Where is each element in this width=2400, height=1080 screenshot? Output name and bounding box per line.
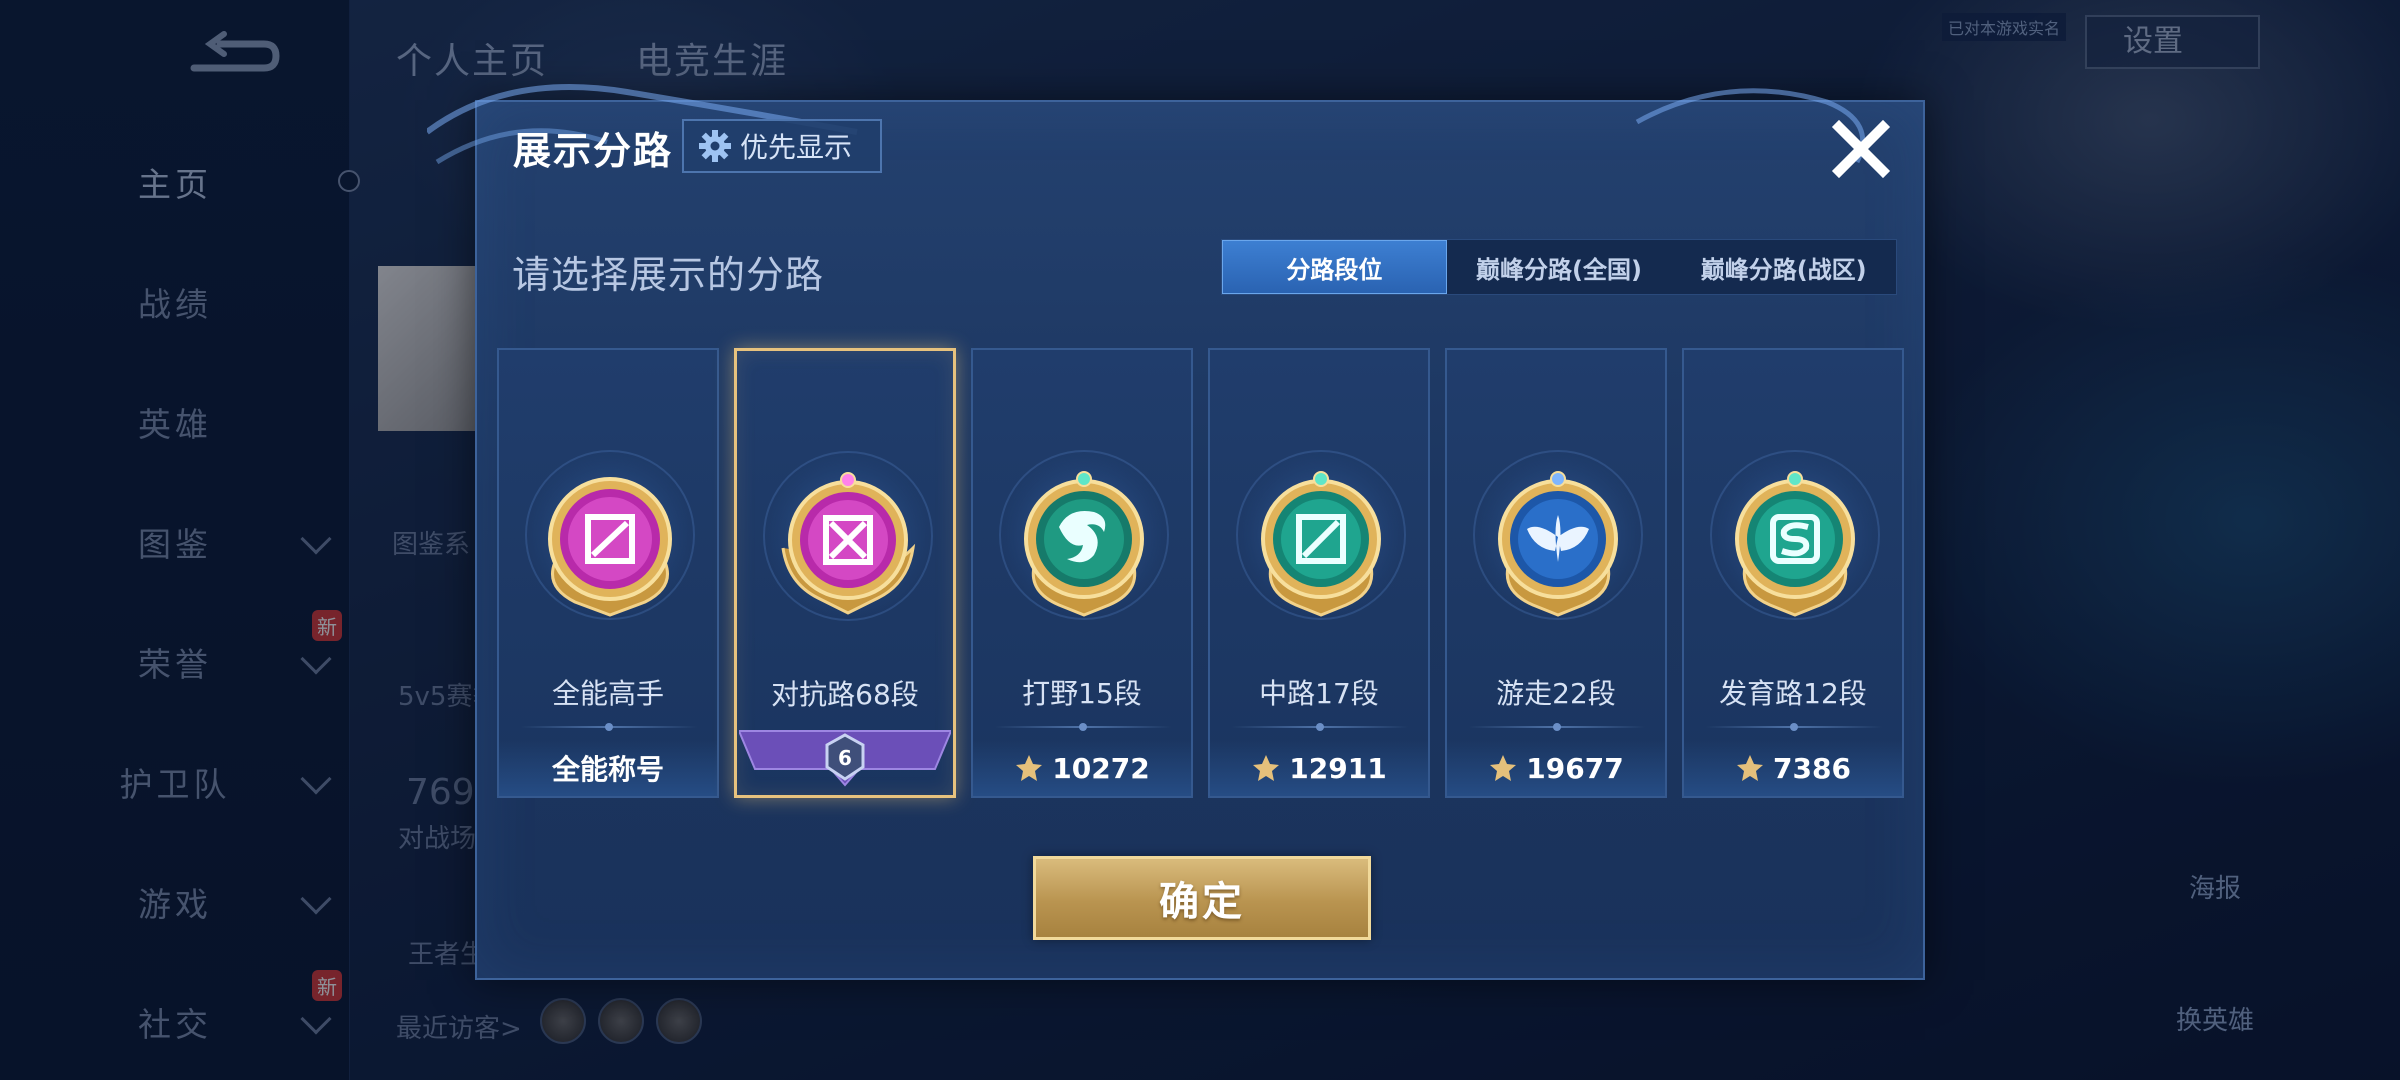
rank-points-icon — [1737, 755, 1764, 781]
divider — [1706, 723, 1882, 731]
roam-emblem-icon — [1498, 471, 1618, 617]
lane-tabs: 分路段位 巅峰分路(全国) 巅峰分路(战区) — [1221, 239, 1897, 295]
lane-stat: 12911 — [1210, 740, 1428, 796]
lane-rank-label: 游走22段 — [1496, 677, 1616, 710]
level-number: 6 — [838, 746, 852, 770]
clash-lane-emblem-icon — [781, 472, 916, 615]
all-round-emblem-icon — [548, 477, 672, 617]
rank-points-icon — [1253, 755, 1280, 781]
lane-stat-value: 全能称号 — [551, 753, 664, 786]
mid-lane-emblem-icon — [1261, 471, 1381, 617]
gear-icon — [699, 130, 731, 162]
lane-card-farm[interactable]: 发育路12段 7386 — [1682, 348, 1904, 798]
confirm-button[interactable]: 确定 — [1033, 856, 1371, 940]
lane-card-all-round[interactable]: 全能高手 全能称号 — [497, 348, 719, 798]
lane-stat-value: 7386 — [1773, 751, 1851, 785]
lane-rank-label: 发育路12段 — [1719, 677, 1867, 710]
rank-points-icon — [1016, 755, 1043, 781]
level-banner: 6 — [739, 730, 951, 787]
confirm-button-label: 确定 — [1159, 879, 1245, 925]
lane-rank-label: 对抗路68段 — [771, 678, 919, 711]
lane-stat: 19677 — [1447, 740, 1665, 796]
lane-stat-value: 19677 — [1526, 751, 1624, 785]
tab-peak-region[interactable]: 巅峰分路(战区) — [1671, 240, 1896, 294]
lane-stat-value: 10272 — [1052, 751, 1150, 785]
divider — [1232, 723, 1408, 731]
farm-lane-emblem-icon — [1735, 471, 1855, 617]
tab-lane-rank[interactable]: 分路段位 — [1222, 240, 1447, 294]
lane-card-roam[interactable]: 游走22段 19677 — [1445, 348, 1667, 798]
priority-display-label: 优先显示 — [740, 131, 853, 164]
lane-stat: 全能称号 — [499, 740, 717, 796]
divider — [521, 723, 697, 731]
tab-peak-national[interactable]: 巅峰分路(全国) — [1447, 240, 1672, 294]
divider — [995, 723, 1171, 731]
lane-rank-label: 全能高手 — [551, 677, 664, 710]
lane-card-jungle[interactable]: 打野15段 10272 — [971, 348, 1193, 798]
dialog-title: 展示分路 — [513, 129, 674, 173]
priority-display-button[interactable]: 优先显示 — [682, 119, 882, 173]
jungle-emblem-icon — [1024, 471, 1144, 617]
lane-display-dialog: 展示分路 优先显示 请选择展示的分路 分路段位 巅峰分路(全国) 巅峰分路(战区… — [427, 84, 1925, 980]
lane-rank-label: 中路17段 — [1259, 677, 1379, 710]
lane-stat: 7386 — [1684, 740, 1902, 796]
lane-card-mid[interactable]: 中路17段 12911 — [1208, 348, 1430, 798]
rank-points-icon — [1490, 755, 1517, 781]
lane-stat: 10272 — [973, 740, 1191, 796]
lane-rank-label: 打野15段 — [1022, 677, 1142, 710]
lane-stat-value: 12911 — [1289, 751, 1387, 785]
close-icon[interactable] — [1829, 117, 1893, 181]
divider — [1469, 723, 1645, 731]
lane-card-clash[interactable]: 对抗路68段 6 — [734, 348, 956, 798]
dialog-subtitle: 请选择展示的分路 — [512, 253, 825, 297]
